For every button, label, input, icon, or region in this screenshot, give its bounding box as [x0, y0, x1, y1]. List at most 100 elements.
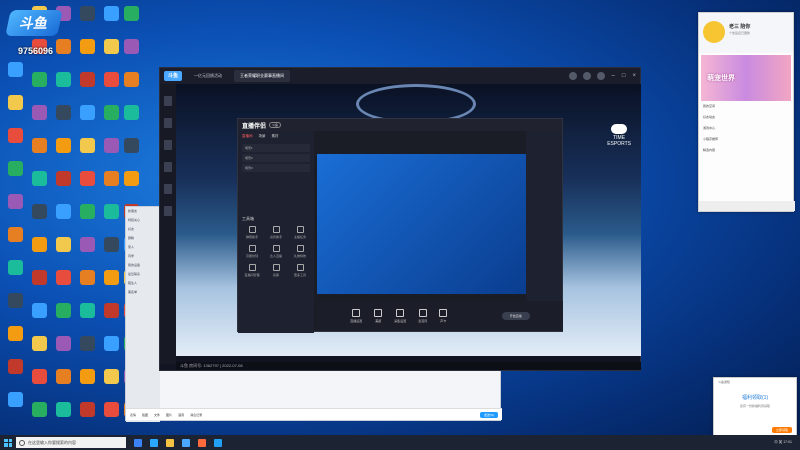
tab-scene[interactable]: 场景 [259, 134, 266, 139]
close-icon[interactable]: × [632, 73, 636, 79]
chat-toolbar-item[interactable]: 消息记录 [190, 413, 202, 417]
chat-toolbar-item[interactable]: 语音 [178, 413, 184, 417]
start-live-button[interactable]: 开始直播 [501, 312, 530, 320]
desktop-shortcut-icon[interactable] [76, 369, 98, 399]
desktop-shortcut-icon[interactable] [28, 336, 50, 366]
desktop-shortcut-icon[interactable] [100, 72, 122, 102]
taskbar-search[interactable]: 在这里输入你要搜索的内容 [16, 437, 126, 448]
desktop-shortcut-icon[interactable] [76, 402, 98, 432]
platform-pill[interactable]: 斗鱼 [269, 122, 282, 128]
tool-button[interactable]: 直播间管理 [242, 264, 262, 279]
desktop-shortcut-icon[interactable] [52, 402, 74, 432]
desktop-shortcut-icon[interactable] [120, 6, 142, 36]
desktop-shortcut-icon[interactable] [76, 72, 98, 102]
chat-toolbar-item[interactable]: 图片 [166, 413, 172, 417]
contact-list-item[interactable]: 家人 [128, 245, 158, 252]
desktop-shortcut-icon[interactable] [4, 161, 26, 191]
desktop-shortcut-icon[interactable] [100, 369, 122, 399]
desktop-shortcut-icon[interactable] [76, 336, 98, 366]
tool-button[interactable]: 主播任务 [290, 226, 310, 241]
qq-icon[interactable] [214, 438, 222, 447]
taskview-icon[interactable] [134, 438, 142, 447]
scene-row[interactable]: 场景3 [242, 164, 310, 172]
desktop-shortcut-icon[interactable] [28, 171, 50, 201]
stream-client-icon[interactable] [198, 438, 206, 447]
avatar-icon[interactable] [568, 72, 577, 80]
desktop-shortcut-icon[interactable] [100, 204, 122, 234]
contact-list-item[interactable]: 我的设备 [128, 263, 158, 270]
desktop-shortcut-icon[interactable] [52, 303, 74, 333]
desktop-shortcut-icon[interactable] [4, 260, 26, 290]
chat-toolbar-item[interactable]: 截图 [142, 413, 148, 417]
desktop-shortcut-icon[interactable] [100, 303, 122, 333]
contact-list-item[interactable]: 同学 [128, 254, 158, 261]
desktop-shortcut-icon[interactable] [28, 204, 50, 234]
desktop-shortcut-icon[interactable] [76, 138, 98, 168]
desktop-shortcut-icon[interactable] [100, 105, 122, 135]
start-button[interactable] [0, 435, 16, 450]
tool-button[interactable]: 高能时刻 [242, 245, 262, 260]
desktop-shortcut-icon[interactable] [4, 62, 26, 92]
desktop-shortcut-icon[interactable] [100, 6, 122, 36]
desktop-shortcut-icon[interactable] [52, 105, 74, 135]
panel-list-item[interactable]: 小程序推荐 [703, 137, 789, 145]
desktop-shortcut-icon[interactable] [4, 128, 26, 158]
client-bottom-button[interactable]: 声卡 [439, 309, 448, 323]
desktop-shortcut-icon[interactable] [28, 237, 50, 267]
desktop-shortcut-icon[interactable] [52, 138, 74, 168]
douyu-app-icon[interactable] [182, 438, 190, 447]
desktop-shortcut-icon[interactable] [52, 270, 74, 300]
desktop-shortcut-icon[interactable] [100, 336, 122, 366]
desktop-shortcut-icon[interactable] [100, 402, 122, 432]
scene-row[interactable]: 场景1 [242, 144, 310, 152]
tool-button[interactable]: 达人直播 [266, 245, 286, 260]
contact-list-item[interactable]: 最近联系 [128, 272, 158, 279]
desktop-shortcut-icon[interactable] [76, 237, 98, 267]
desktop-shortcut-icon[interactable] [52, 369, 74, 399]
desktop-shortcut-icon[interactable] [28, 105, 50, 135]
desktop-shortcut-icon[interactable] [28, 72, 50, 102]
desktop-shortcut-icon[interactable] [76, 270, 98, 300]
desktop-shortcut-icon[interactable] [4, 95, 26, 125]
desktop-shortcut-icon[interactable] [4, 326, 26, 356]
maximize-icon[interactable]: □ [622, 73, 626, 79]
tool-button[interactable]: 投票 [266, 264, 286, 279]
chat-toolbar-item[interactable]: 文件 [154, 413, 160, 417]
desktop-shortcut-icon[interactable] [52, 237, 74, 267]
contact-list-item[interactable]: 黑名单 [128, 290, 158, 297]
message-icon[interactable] [582, 72, 591, 80]
sidebar-game-icon[interactable] [164, 162, 172, 172]
desktop-shortcut-icon[interactable] [52, 171, 74, 201]
desktop-shortcut-icon[interactable] [120, 105, 142, 135]
sidebar-category-icon[interactable] [164, 140, 172, 150]
desktop-shortcut-icon[interactable] [28, 138, 50, 168]
desktop-shortcut-icon[interactable] [100, 237, 122, 267]
gift-icon[interactable] [596, 72, 605, 80]
panel-list-item[interactable]: 精选内容 [703, 148, 789, 156]
sidebar-follow-icon[interactable] [164, 118, 172, 128]
tab-live-room[interactable]: 王者荣耀职业赛事直播间 [234, 70, 290, 82]
client-bottom-button[interactable]: 美颜 [374, 309, 383, 323]
tool-button[interactable]: 房管助手 [266, 226, 286, 241]
chat-toolbar-item[interactable]: 表情 [130, 413, 136, 417]
desktop-shortcut-icon[interactable] [28, 270, 50, 300]
desktop-shortcut-icon[interactable] [52, 72, 74, 102]
client-bottom-button[interactable]: 直播设置 [350, 309, 362, 323]
desktop-shortcut-icon[interactable] [76, 105, 98, 135]
panel-list-item[interactable]: 好友动态 [703, 115, 789, 123]
stream-stage[interactable]: TIME ESPORTS 直播伴侣 斗鱼 直播间 场景 素材 场景1 场景2 场景3… [176, 84, 641, 356]
desktop-shortcut-icon[interactable] [4, 293, 26, 323]
tab-promo[interactable]: 一亿元回馈活动 [188, 70, 228, 82]
sidebar-more-icon[interactable] [164, 206, 172, 216]
desktop-shortcut-icon[interactable] [120, 171, 142, 201]
desktop-shortcut-icon[interactable] [76, 6, 98, 36]
promo-banner[interactable]: 萌宠世界 [701, 55, 791, 101]
tool-button[interactable]: 更多工具 [290, 264, 310, 279]
desktop-shortcut-icon[interactable] [100, 171, 122, 201]
contact-list-item[interactable]: 新朋友 [128, 209, 158, 216]
tab-material[interactable]: 素材 [272, 134, 279, 139]
desktop-shortcut-icon[interactable] [120, 72, 142, 102]
contact-list-item[interactable]: 特别关心 [128, 218, 158, 225]
contact-list[interactable]: 新朋友 特别关心 好友 群聊 家人 同学 我的设备 最近联系 陌生人 黑名单 [126, 207, 160, 422]
desktop-shortcut-icon[interactable] [52, 204, 74, 234]
